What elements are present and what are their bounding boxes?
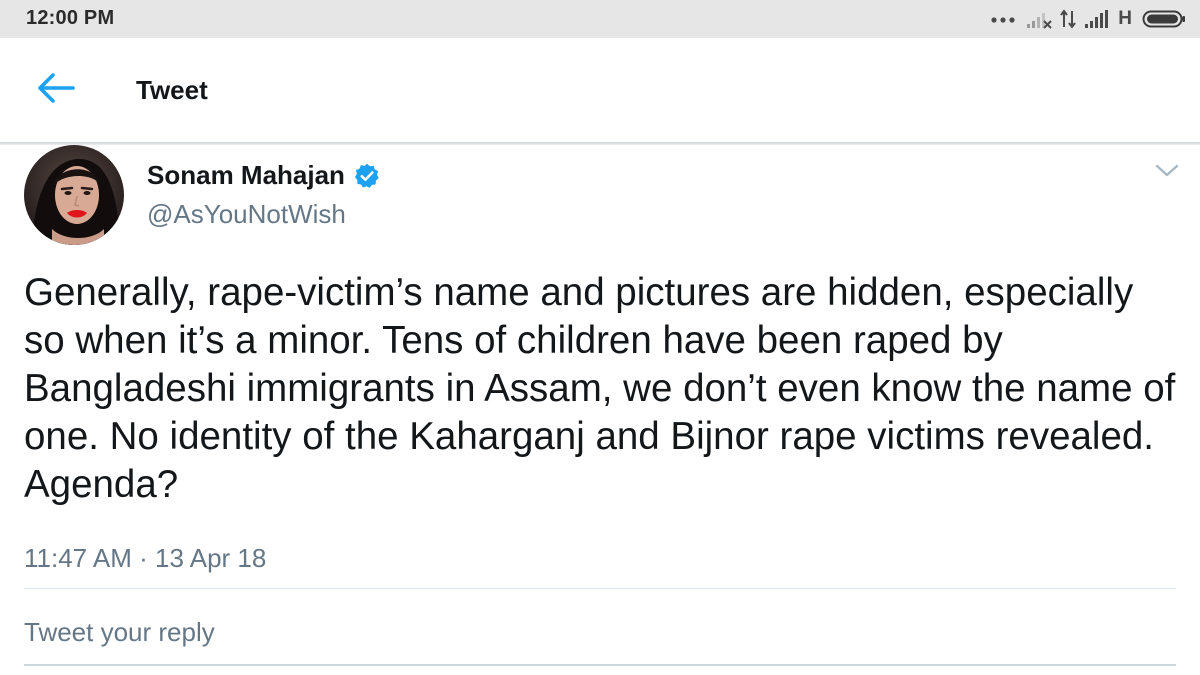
signal-sim1-icon [1027, 13, 1052, 29]
arrow-left-icon [38, 73, 75, 103]
tweet-timestamp: 11:47 AM · 13 Apr 18 [24, 543, 267, 573]
author-name-row[interactable]: Sonam Mahajan [147, 160, 381, 191]
status-icons: H [990, 5, 1186, 33]
toolbar-divider [0, 142, 1200, 145]
verified-badge-icon [354, 163, 379, 188]
avatar[interactable] [24, 145, 124, 245]
signal-sim2-icon [1085, 10, 1109, 28]
battery-icon [1142, 10, 1185, 28]
divider [24, 588, 1176, 589]
status-bar: 12:00 PM H [0, 0, 1200, 38]
tweet-text: Generally, rape-victim’s name and pictur… [24, 271, 1176, 506]
author-handle[interactable]: @AsYouNotWish [147, 199, 346, 230]
more-dots-icon [991, 17, 1015, 23]
chevron-down-icon[interactable] [1154, 160, 1180, 182]
author-name[interactable]: Sonam Mahajan [147, 160, 345, 191]
avatar-image [24, 145, 124, 245]
network-type-label: H [1118, 8, 1132, 29]
data-transfer-icon [1060, 9, 1077, 29]
back-button[interactable] [28, 64, 84, 112]
reply-input[interactable] [24, 606, 1176, 658]
status-time: 12:00 PM [26, 7, 115, 29]
reply-underline [24, 664, 1176, 666]
toolbar: Tweet [0, 38, 1200, 142]
page-title: Tweet [136, 75, 208, 105]
